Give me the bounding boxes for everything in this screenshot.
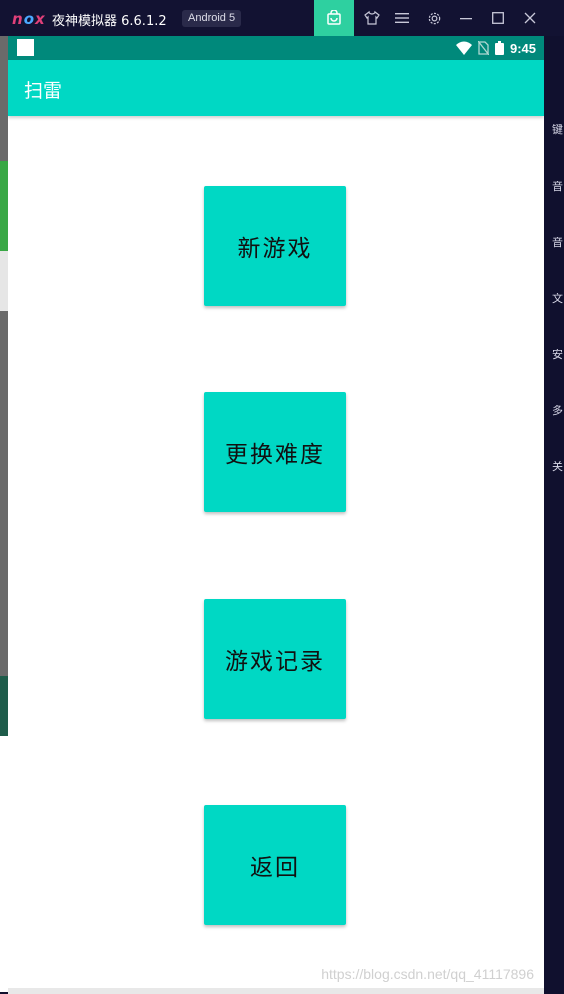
menu-button[interactable]	[386, 0, 418, 36]
watermark: https://blog.csdn.net/qq_41117896	[321, 966, 534, 982]
app-store-button[interactable]	[314, 0, 354, 36]
minimize-button[interactable]	[450, 0, 482, 36]
emulator-titlebar: nox 夜神模拟器 6.6.1.2 Android 5	[0, 0, 564, 36]
settings-icon	[428, 12, 440, 24]
app-bar: 扫雷	[8, 60, 544, 116]
close-button[interactable]	[514, 0, 546, 36]
skin-button[interactable]	[356, 0, 388, 36]
notification-icon	[17, 39, 34, 56]
emulator-title: 夜神模拟器 6.6.1.2	[52, 14, 167, 29]
side-install-item[interactable]: 安	[552, 349, 564, 361]
close-icon	[524, 12, 536, 24]
android-version-badge: Android 5	[182, 10, 242, 27]
screen-bottom-edge	[8, 988, 544, 994]
desktop-background-strip	[0, 36, 8, 992]
side-file-item[interactable]: 文	[552, 293, 564, 305]
emulator-side-toolbar: 键 音 音 文 安 多 关	[544, 36, 564, 994]
side-multi-item[interactable]: 多	[552, 405, 564, 417]
status-bar: 9:45	[8, 36, 544, 60]
back-button[interactable]: 返回	[204, 805, 346, 925]
no-sim-icon	[477, 41, 489, 55]
app-store-icon	[327, 10, 341, 25]
game-records-button[interactable]: 游戏记录	[204, 599, 346, 719]
menu-icon	[395, 13, 409, 23]
side-volume-down-item[interactable]: 音	[552, 237, 564, 249]
status-time: 9:45	[509, 40, 536, 56]
side-shutdown-item[interactable]: 关	[552, 461, 564, 473]
app-title: 扫雷	[24, 80, 63, 102]
status-icons: 9:45	[455, 36, 536, 60]
battery-icon	[494, 41, 504, 55]
maximize-icon	[492, 12, 504, 24]
side-volume-up-item[interactable]: 音	[552, 181, 564, 193]
new-game-button[interactable]: 新游戏	[204, 186, 346, 306]
android-screen: 9:45 扫雷 新游戏 更换难度 游戏记录 返回 https://blog.cs…	[8, 36, 544, 988]
maximize-button[interactable]	[482, 0, 514, 36]
side-keyboard-item[interactable]: 键	[552, 124, 564, 136]
change-difficulty-button[interactable]: 更换难度	[204, 392, 346, 512]
minimize-icon	[460, 18, 472, 20]
wifi-icon	[455, 41, 472, 55]
settings-button[interactable]	[418, 0, 450, 36]
nox-logo: nox	[12, 10, 46, 28]
skin-icon	[364, 10, 380, 25]
